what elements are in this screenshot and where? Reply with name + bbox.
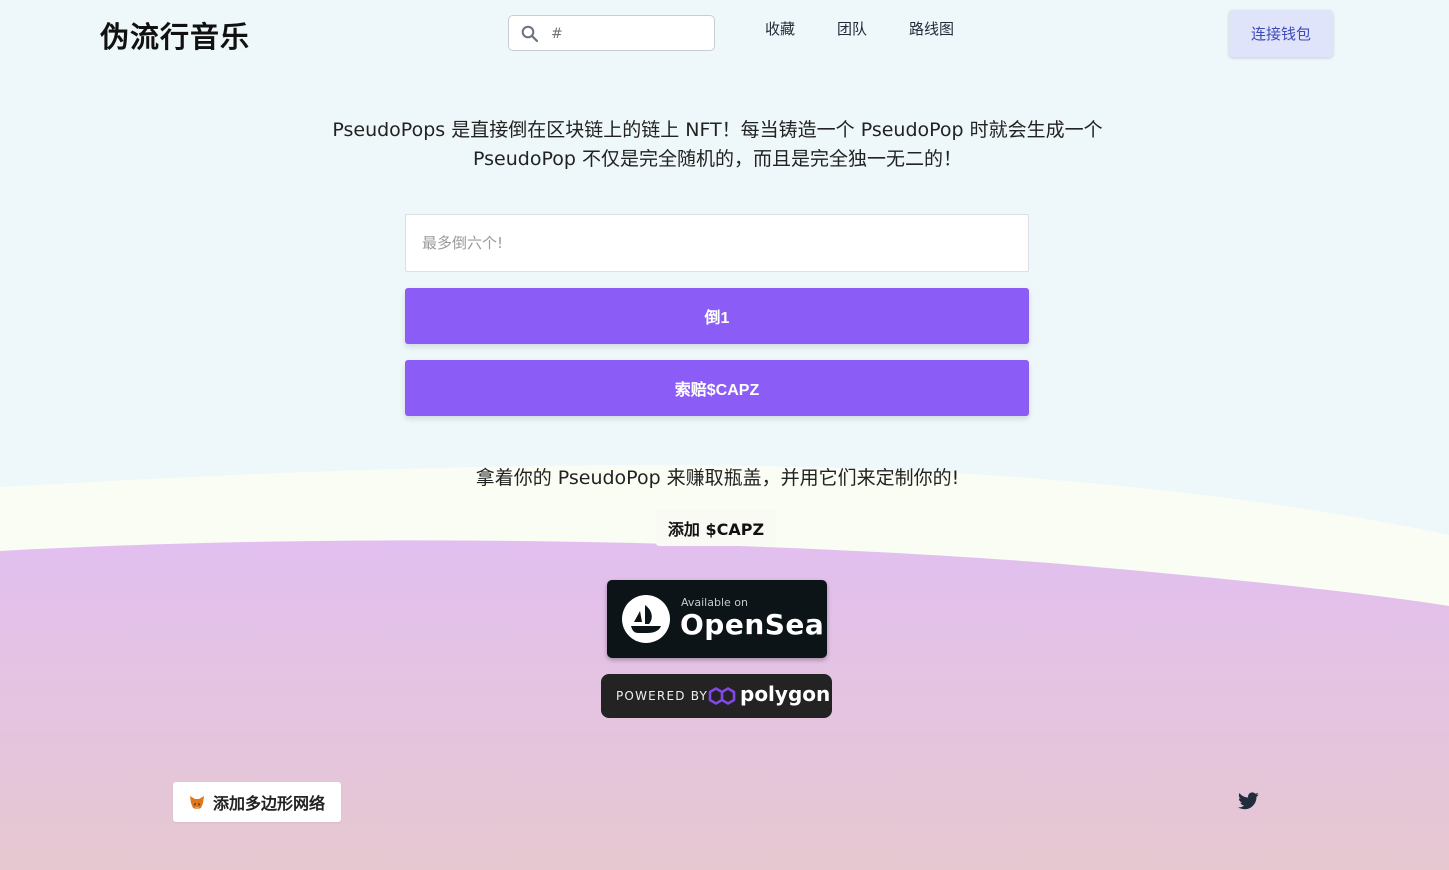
polygon-icon <box>708 687 736 705</box>
amount-field[interactable] <box>405 214 1029 272</box>
search-box[interactable] <box>508 15 715 51</box>
nav-roadmap[interactable]: 路线图 <box>909 18 954 39</box>
amount-input[interactable] <box>406 215 1028 271</box>
opensea-name: OpenSea <box>680 608 825 641</box>
opensea-icon <box>622 595 670 643</box>
polygon-powered-by: POWERED BY <box>616 689 709 703</box>
add-network-label: 添加多边形网络 <box>212 794 325 813</box>
opensea-badge[interactable]: Available on OpenSea <box>607 580 827 658</box>
search-icon <box>521 25 539 43</box>
connect-wallet-button[interactable]: 连接钱包 <box>1229 10 1333 57</box>
pour-button[interactable]: 倒1 <box>405 288 1029 344</box>
site-logo[interactable]: 伪流行音乐 <box>100 14 250 56</box>
twitter-icon[interactable] <box>1238 792 1259 810</box>
polygon-name: polygon <box>740 682 831 706</box>
nav-team[interactable]: 团队 <box>837 18 867 39</box>
metamask-fox-icon <box>189 795 205 810</box>
nav-collection[interactable]: 收藏 <box>765 18 795 39</box>
hold-text: 拿着你的 PseudoPop 来赚取瓶盖，并用它们来定制你的! <box>475 467 960 489</box>
polygon-badge[interactable]: POWERED BY polygon <box>601 674 832 718</box>
add-capz-button[interactable]: 添加 $CAPZ <box>656 510 776 546</box>
add-polygon-network-button[interactable]: 添加多边形网络 <box>173 782 341 822</box>
claim-capz-button[interactable]: 索赔$CAPZ <box>405 360 1029 416</box>
intro-text: PseudoPops 是直接倒在区块链上的链上 NFT！每当铸造一个 Pseud… <box>332 119 1103 170</box>
search-input[interactable] <box>549 22 713 46</box>
